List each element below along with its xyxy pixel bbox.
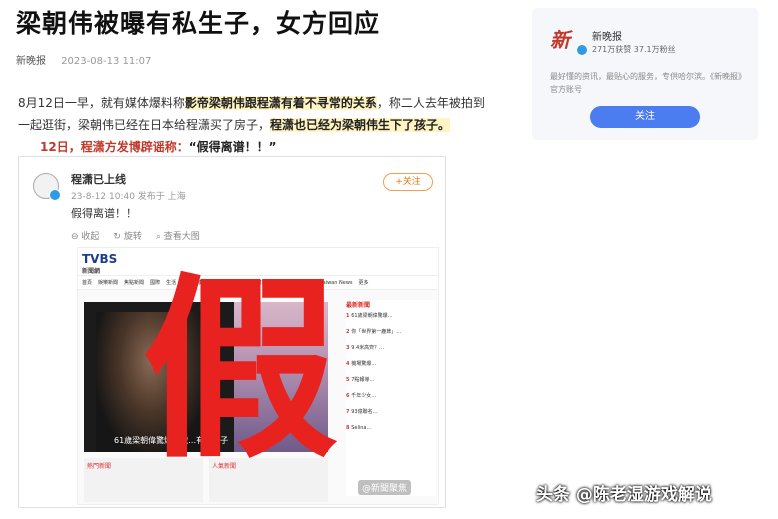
tvbs-nav-item[interactable]: 更多 <box>359 279 369 286</box>
side-news-text: 機場驚爆… <box>351 361 377 367</box>
image-watermark: @新聞聚焦 <box>358 480 412 495</box>
side-news-text: 61歲梁朝偉驚爆… <box>351 313 393 319</box>
tool-label: 查看大图 <box>163 232 200 242</box>
tool-label: 旋转 <box>123 232 142 242</box>
post-text: 假得离谱！！ <box>71 207 137 220</box>
follow-author-button[interactable]: 关注 <box>590 106 700 128</box>
author-card: 新 新晚报 271万获赞 37.1万粉丝 最好懂的资讯，最贴心的服务，专供哈尔滨… <box>532 8 758 140</box>
tvbs-logo-sub: 新聞網 <box>82 268 101 275</box>
avatar[interactable] <box>33 173 61 201</box>
quote-text: “假得离谱！！” <box>188 140 277 154</box>
post-tools: ⊖ 收起 ↻ 旋转 ⌕ 查看大图 <box>71 229 200 242</box>
article-source[interactable]: 新晚报 <box>16 56 46 67</box>
article-datetime: 2023-08-13 11:07 <box>61 56 152 67</box>
post-author[interactable]: 程潇已上线 <box>71 171 126 187</box>
author-name[interactable]: 新晚报 <box>592 28 622 43</box>
highlighted-text: 影帝梁朝伟跟程潇有着不寻常的关系 <box>184 96 377 110</box>
highlighted-text: 程潇也已经为梁朝伟生下了孩子。 <box>270 118 451 132</box>
side-news-text: Selina… <box>351 425 372 431</box>
side-news-item[interactable]: 8 Selina… <box>346 425 436 432</box>
post-time: 23-8-12 10:40 发布于 上海 <box>71 192 186 202</box>
side-news-text: 你「世界第一鹿茸」… <box>351 329 402 335</box>
side-heading: 最新新聞 <box>346 302 371 309</box>
side-news-item[interactable]: 4 機場驚爆… <box>346 361 436 368</box>
collapse-button[interactable]: ⊖ 收起 <box>71 229 99 242</box>
tool-label: 收起 <box>81 232 100 242</box>
tvbs-nav-item[interactable]: 娛樂新聞 <box>98 279 118 286</box>
side-news-text: 9.4米高齊？… <box>351 345 385 351</box>
article-paragraph-2: 12日，程潇方发博辟谣称：“假得离谱！！” <box>40 138 276 155</box>
article-meta: 新晚报 2023-08-13 11:07 <box>16 52 151 67</box>
rotate-button[interactable]: ↻ 旋转 <box>113 229 141 242</box>
tvbs-logo: TVBS 新聞網 <box>82 252 117 275</box>
author-stats: 271万获赞 37.1万粉丝 <box>592 45 676 54</box>
paragraph-text: 12日，程潇方发博辟谣称： <box>40 140 189 154</box>
tvbs-logo-text: TVBS <box>82 252 118 266</box>
follow-button[interactable]: +关注 <box>383 173 433 191</box>
side-news-item[interactable]: 2 你「世界第一鹿茸」… <box>346 329 436 336</box>
side-news-text: 93億聯名… <box>351 409 378 415</box>
view-large-button[interactable]: ⌕ 查看大图 <box>156 229 200 242</box>
author-logo-icon[interactable]: 新 <box>550 24 588 56</box>
embedded-weibo-screenshot: 程潇已上线 23-8-12 10:40 发布于 上海 +关注 假得离谱！！ ⊖ … <box>18 156 446 508</box>
author-description: 最好懂的资讯，最贴心的服务，专供哈尔滨。《新晚报》官方账号 <box>550 72 746 94</box>
side-news-item[interactable]: 7 93億聯名… <box>346 409 436 416</box>
side-news-item[interactable]: 5 7點報導… <box>346 377 436 384</box>
paragraph-text: 8月12日一早，就有媒体爆料称 <box>18 96 185 110</box>
side-news-item[interactable]: 3 9.4米高齊？… <box>346 345 436 352</box>
side-news-text: 7點報導… <box>351 377 375 383</box>
fake-stamp: 假 <box>142 255 339 485</box>
tvbs-nav-item[interactable]: 首頁 <box>82 279 92 286</box>
page-watermark: 头条 @陈老湿游戏解说 <box>536 485 712 505</box>
article-paragraph-1: 8月12日一早，就有媒体爆料称影帝梁朝伟跟程潇有着不寻常的关系，称二人去年被拍到… <box>18 92 496 136</box>
side-news-item[interactable]: 6 千年少女… <box>346 393 436 400</box>
side-news-item[interactable]: 1 61歲梁朝偉驚爆… <box>346 313 436 320</box>
tvbs-page-image: TVBS 新聞網 首頁 娛樂新聞 焦點新聞 國際 生活 政治 健康 娛樂 ESG永續 體育 全球 社會運… <box>77 247 439 505</box>
side-news-list: 最新新聞 1 61歲梁朝偉驚爆… 2 你「世界第一鹿茸」… 3 9.4米高齊？… 4 … <box>346 300 436 496</box>
article-title: 梁朝伟被曝有私生子，女方回应 <box>16 9 381 38</box>
side-news-text: 千年少女… <box>351 393 377 399</box>
